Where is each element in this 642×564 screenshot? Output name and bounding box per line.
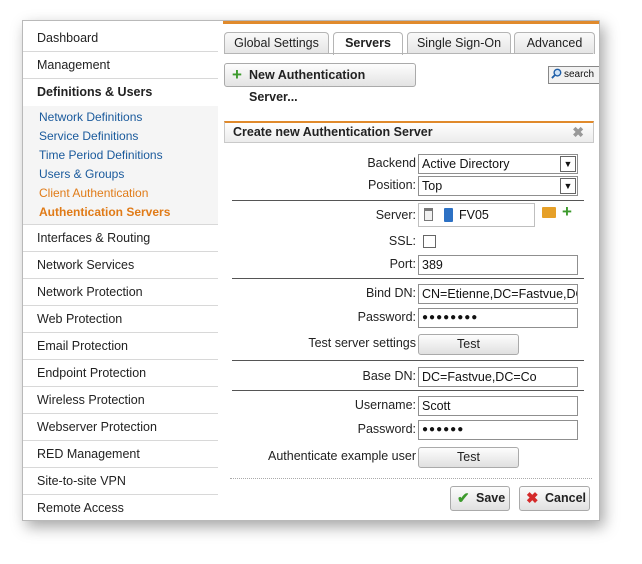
server-label: Server:: [375, 208, 416, 222]
sidebar-item-endpoint-protection[interactable]: Endpoint Protection: [23, 360, 218, 387]
username-label: Username:: [354, 398, 416, 412]
test-server-button[interactable]: Test: [418, 334, 519, 355]
folder-icon[interactable]: [542, 207, 556, 218]
server-row: Server: FV05 +: [224, 202, 594, 227]
tab-single-sign-on[interactable]: Single Sign-On: [407, 32, 511, 54]
section-divider: [232, 390, 584, 391]
sidebar-item-remote-access[interactable]: Remote Access: [23, 495, 218, 520]
port-label: Port:: [389, 257, 416, 271]
section-divider: [232, 360, 584, 361]
test-server-row: Test server settings Test: [224, 334, 594, 355]
sidebar-item-management[interactable]: Management: [23, 52, 218, 79]
password-label: Password:: [357, 422, 416, 436]
accent-line: [223, 21, 599, 24]
section-divider: [232, 200, 584, 201]
section-divider: [232, 278, 584, 279]
save-label: Save: [476, 491, 506, 505]
backend-label: Backend: [367, 156, 416, 170]
password-row: Password: ●●●●●●●●: [224, 308, 594, 328]
bind-password-input[interactable]: ●●●●●●●●: [418, 308, 578, 328]
auth-example-label: Authenticate example user: [267, 449, 416, 463]
sidebar-item-red-management[interactable]: RED Management: [23, 441, 218, 468]
host-icon: [444, 208, 453, 222]
sidebar-item-network-protection[interactable]: Network Protection: [23, 279, 218, 306]
password-row: Password: ●●●●●●: [224, 420, 594, 440]
sidebar-subitem-network-definitions[interactable]: Network Definitions: [23, 108, 218, 127]
password-label: Password:: [357, 310, 416, 324]
add-icon[interactable]: +: [562, 202, 572, 222]
base-dn-input[interactable]: DC=Fastvue,DC=Co: [418, 367, 578, 387]
tab-servers[interactable]: Servers: [333, 32, 403, 55]
panel-title: Create new Authentication Server: [233, 125, 433, 139]
server-dropzone[interactable]: FV05: [418, 203, 535, 227]
position-select[interactable]: Top ▼: [418, 176, 578, 196]
bind-dn-input[interactable]: CN=Etienne,DC=Fastvue,DC: [418, 284, 578, 304]
app-window: Dashboard Management Definitions & Users…: [22, 20, 600, 521]
sidebar-subitem-authentication-servers[interactable]: Authentication Servers: [23, 203, 218, 222]
backend-select[interactable]: Active Directory ▼: [418, 154, 578, 174]
username-input[interactable]: Scott: [418, 396, 578, 416]
chevron-down-icon: ▼: [560, 156, 576, 172]
port-row: Port: 389: [224, 255, 594, 275]
ssl-row: SSL:: [224, 232, 594, 252]
sidebar-item-webserver-protection[interactable]: Webserver Protection: [23, 414, 218, 441]
sidebar-section-definitions-users[interactable]: Definitions & Users: [23, 79, 218, 106]
test-server-label: Test server settings: [308, 336, 416, 350]
sidebar-subitem-time-period-definitions[interactable]: Time Period Definitions: [23, 146, 218, 165]
bind-dn-row: Bind DN: CN=Etienne,DC=Fastvue,DC: [224, 284, 594, 304]
close-icon[interactable]: ✖: [572, 123, 584, 142]
username-row: Username: Scott: [224, 396, 594, 416]
backend-value: Active Directory: [422, 157, 510, 171]
search-label: search: [564, 69, 595, 80]
backend-row: Backend Active Directory ▼: [224, 154, 594, 174]
save-button[interactable]: ✔ Save: [450, 486, 510, 511]
authenticate-test-button[interactable]: Test: [418, 447, 519, 468]
sidebar-item-email-protection[interactable]: Email Protection: [23, 333, 218, 360]
plus-icon: +: [232, 65, 242, 84]
user-password-input[interactable]: ●●●●●●: [418, 420, 578, 440]
port-input[interactable]: 389: [418, 255, 578, 275]
new-authentication-server-button[interactable]: + New Authentication Server...: [224, 63, 416, 104]
sidebar-subitem-service-definitions[interactable]: Service Definitions: [23, 127, 218, 146]
base-dn-row: Base DN: DC=Fastvue,DC=Co: [224, 367, 594, 387]
position-row: Position: Top ▼: [224, 176, 594, 196]
auth-example-row: Authenticate example user Test: [224, 447, 594, 468]
create-server-panel: Create new Authentication Server ✖ Backe…: [224, 121, 594, 520]
tab-global-settings[interactable]: Global Settings: [224, 32, 329, 54]
position-value: Top: [422, 179, 443, 193]
sidebar-item-site-to-site-vpn[interactable]: Site-to-site VPN: [23, 468, 218, 495]
position-label: Position:: [368, 178, 416, 192]
server-value: FV05: [459, 208, 489, 222]
chevron-down-icon: ▼: [560, 178, 576, 194]
sidebar-item-network-services[interactable]: Network Services: [23, 252, 218, 279]
sidebar-submenu: Network Definitions Service Definitions …: [23, 106, 218, 225]
new-authentication-server-label: New Authentication Server...: [249, 68, 366, 104]
cancel-button[interactable]: ✖ Cancel: [519, 486, 590, 511]
sidebar-subitem-users-groups[interactable]: Users & Groups: [23, 165, 218, 184]
cancel-label: Cancel: [545, 491, 586, 505]
search-button[interactable]: search: [548, 66, 599, 84]
base-dn-label: Base DN:: [362, 369, 417, 383]
search-icon: [551, 68, 562, 79]
tab-divider: [224, 53, 593, 54]
trash-icon[interactable]: [424, 208, 433, 221]
footer-divider: [230, 478, 592, 479]
ssl-label: SSL:: [388, 234, 416, 248]
bind-dn-label: Bind DN:: [365, 286, 416, 300]
check-icon: ✔: [457, 490, 470, 507]
tab-advanced[interactable]: Advanced: [514, 32, 595, 54]
ssl-checkbox[interactable]: [423, 235, 436, 248]
sidebar: Dashboard Management Definitions & Users…: [23, 25, 218, 520]
sidebar-item-web-protection[interactable]: Web Protection: [23, 306, 218, 333]
panel-header: Create new Authentication Server ✖: [224, 121, 594, 143]
sidebar-subitem-client-authentication[interactable]: Client Authentication: [23, 184, 218, 203]
cross-icon: ✖: [526, 490, 539, 507]
sidebar-item-dashboard[interactable]: Dashboard: [23, 25, 218, 52]
sidebar-item-interfaces-routing[interactable]: Interfaces & Routing: [23, 225, 218, 252]
sidebar-item-wireless-protection[interactable]: Wireless Protection: [23, 387, 218, 414]
